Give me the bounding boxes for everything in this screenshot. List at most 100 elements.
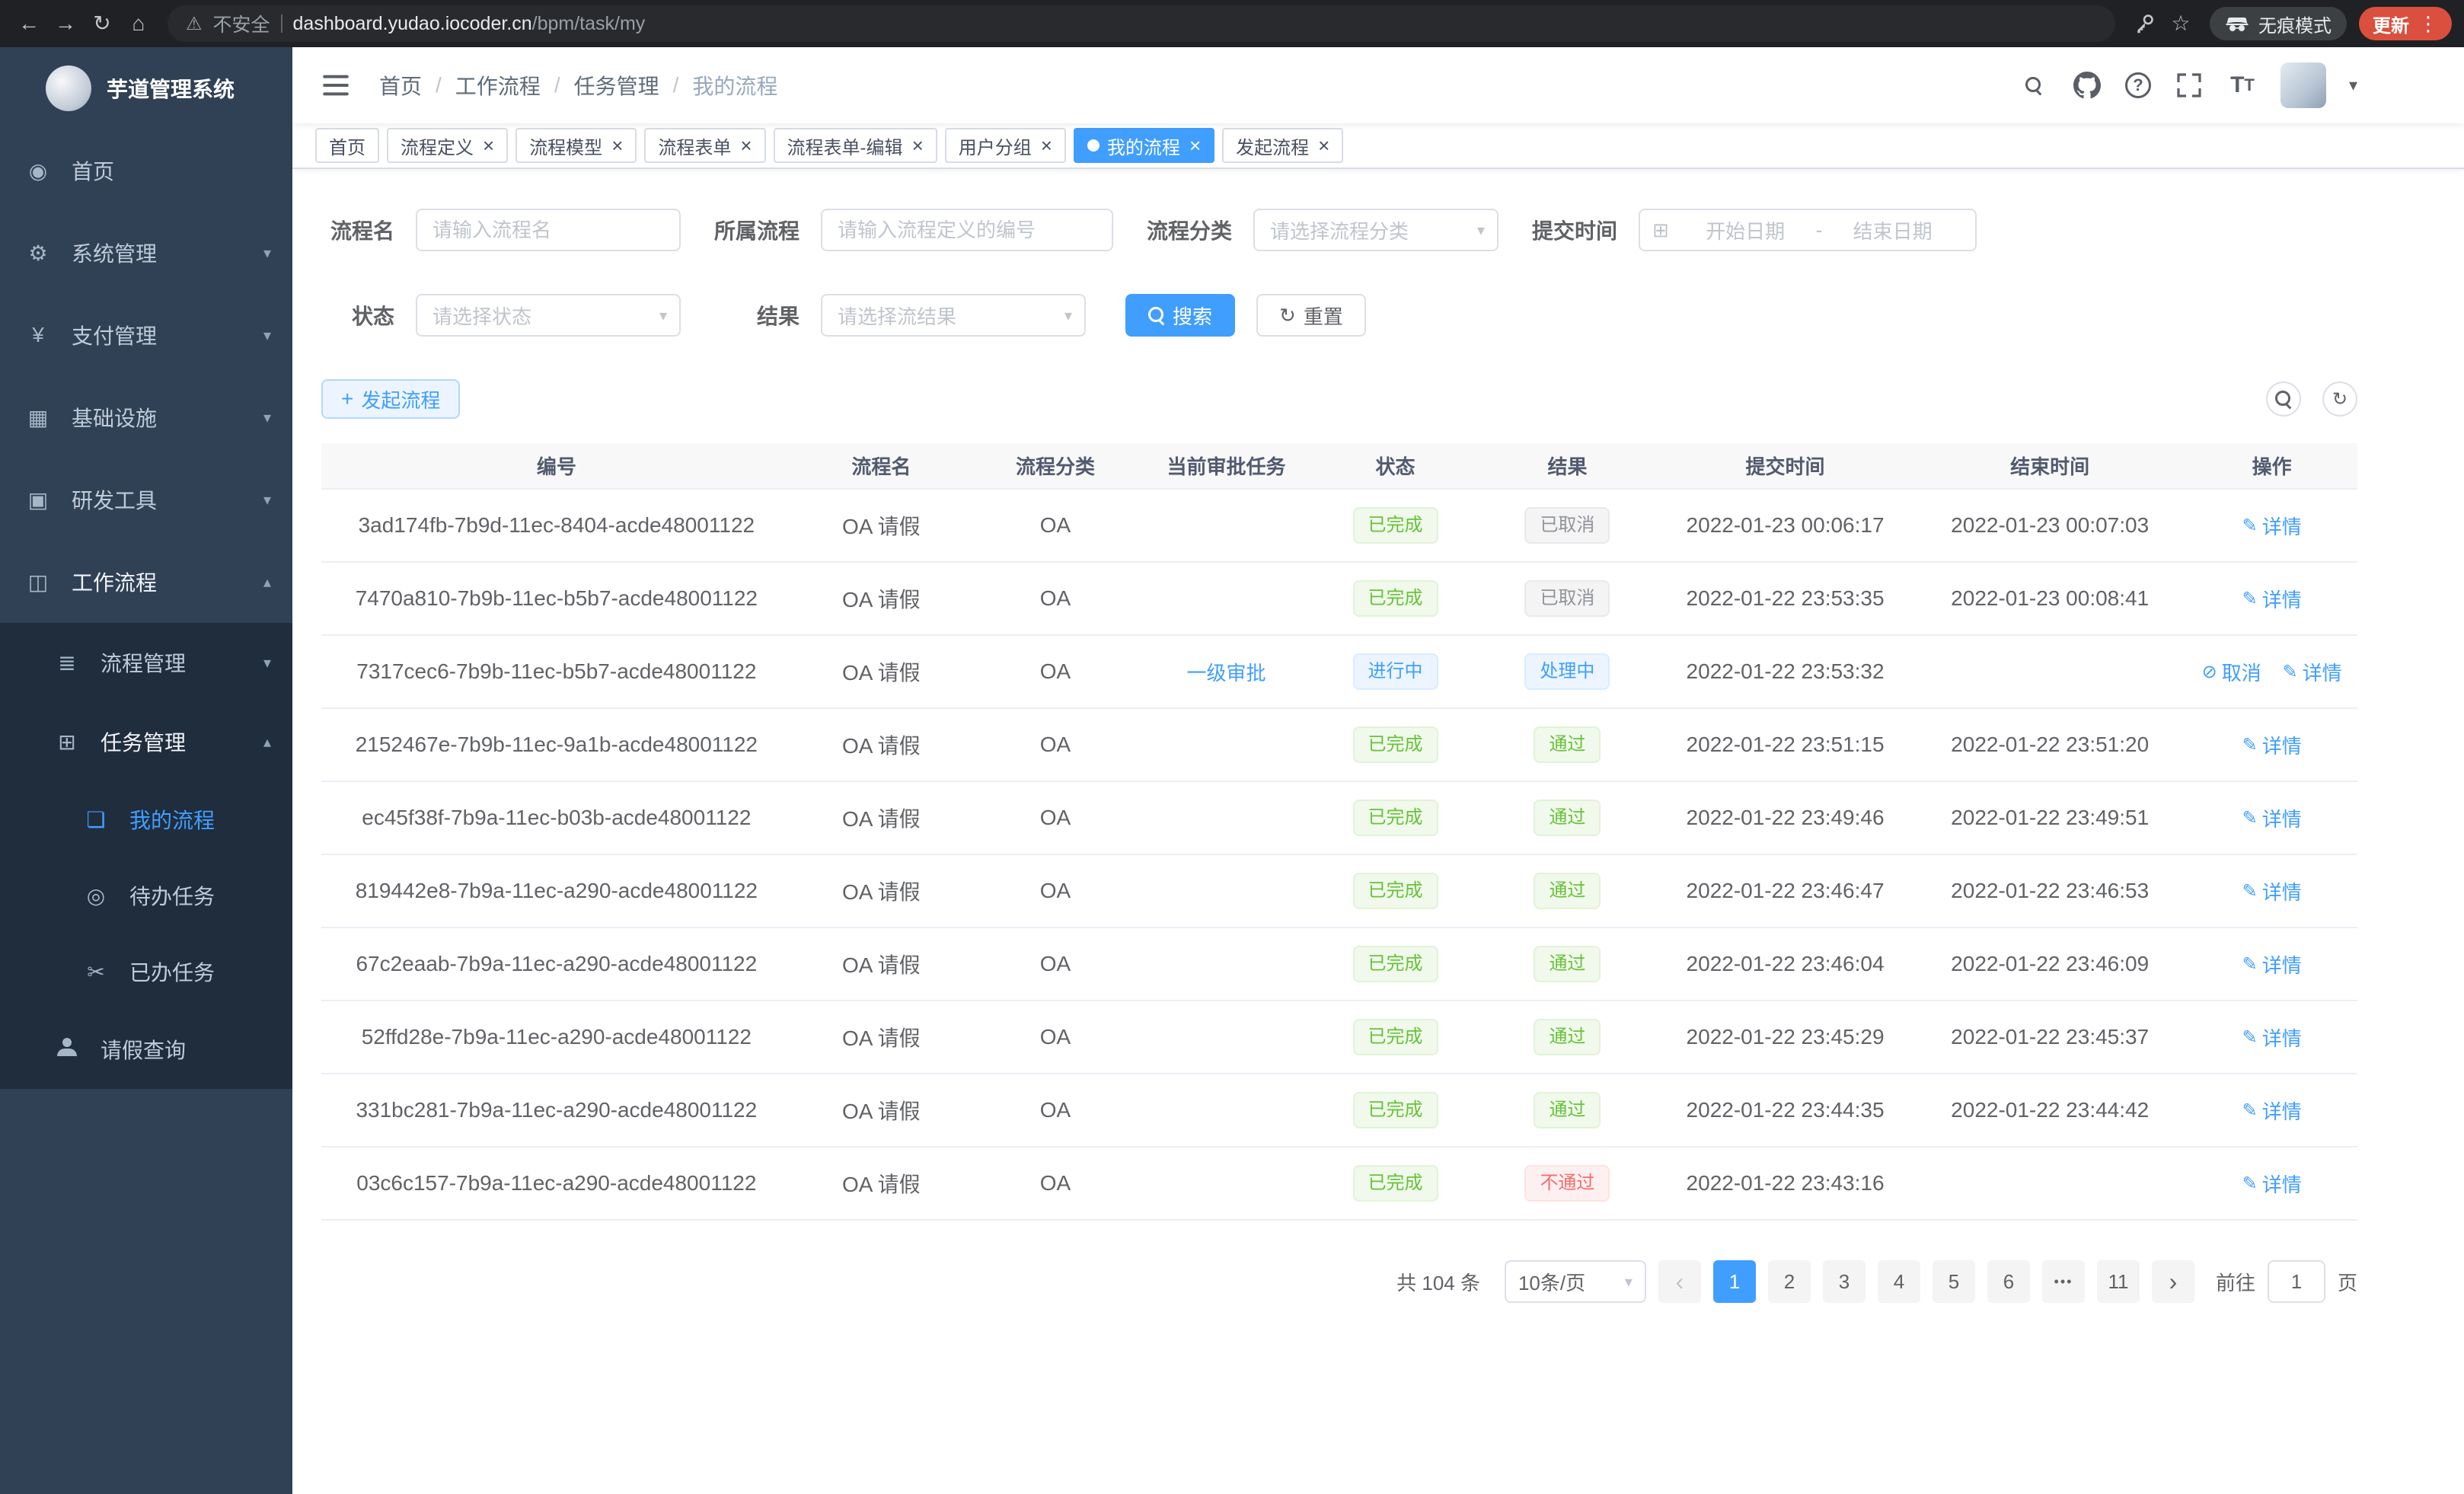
detail-link[interactable]: ✎详情 bbox=[2283, 658, 2342, 686]
detail-link[interactable]: ✎详情 bbox=[2242, 804, 2302, 832]
refresh-button[interactable]: ↻ bbox=[2322, 381, 2357, 417]
more-pages-button[interactable]: ••• bbox=[2042, 1260, 2085, 1303]
logo[interactable]: 芋道管理系统 bbox=[0, 47, 292, 129]
page-size-select[interactable]: 10条/页 ▾ bbox=[1505, 1260, 1646, 1303]
cell-actions: ✎详情 bbox=[2186, 562, 2357, 635]
tag[interactable]: 发起流程 × bbox=[1222, 128, 1343, 163]
hamburger-icon[interactable] bbox=[314, 74, 358, 97]
detail-label: 详情 bbox=[2262, 877, 2302, 905]
page-button[interactable]: 1 bbox=[1713, 1260, 1756, 1303]
chevron-down-icon: ▾ bbox=[263, 653, 271, 672]
sidebar-item-my-process[interactable]: ❏ 我的流程 bbox=[0, 781, 292, 857]
sidebar-item-infrastructure[interactable]: ▦ 基础设施 ▾ bbox=[0, 376, 292, 458]
sidebar-item-payment-mgmt[interactable]: ¥ 支付管理 ▾ bbox=[0, 294, 292, 376]
tag[interactable]: 用户分组 × bbox=[945, 128, 1066, 163]
last-page-button[interactable]: 11 bbox=[2097, 1260, 2140, 1303]
sidebar-item-leave-query[interactable]: 请假查询 bbox=[0, 1010, 292, 1089]
reload-icon[interactable]: ↻ bbox=[85, 7, 119, 40]
close-icon[interactable]: × bbox=[740, 136, 752, 155]
next-page-button[interactable]: › bbox=[2152, 1260, 2194, 1303]
forward-icon[interactable]: → bbox=[49, 7, 82, 40]
sidebar-item-dev-tools[interactable]: ▣ 研发工具 ▾ bbox=[0, 458, 292, 541]
detail-link[interactable]: ✎详情 bbox=[2242, 1023, 2302, 1052]
page-button[interactable]: 6 bbox=[1987, 1260, 2030, 1303]
create-process-button[interactable]: + 发起流程 bbox=[321, 379, 460, 419]
sidebar-item-process-mgmt[interactable]: ≣ 流程管理 ▾ bbox=[0, 623, 292, 702]
tag[interactable]: 我的流程 × bbox=[1074, 128, 1214, 163]
result-select[interactable]: 请选择流结果 ▾ bbox=[821, 294, 1086, 337]
result-label: 结果 bbox=[711, 300, 800, 330]
breadcrumb-item-task-mgmt[interactable]: 任务管理 bbox=[574, 70, 659, 101]
close-icon[interactable]: × bbox=[912, 136, 924, 155]
submit-time-range-picker[interactable]: ⊞ 开始日期 - 结束日期 bbox=[1639, 209, 1977, 251]
reset-button[interactable]: ↻ 重置 bbox=[1256, 294, 1366, 337]
detail-label: 详情 bbox=[2262, 512, 2302, 540]
toggle-search-button[interactable] bbox=[2266, 381, 2301, 417]
sidebar-item-label: 研发工具 bbox=[72, 484, 157, 515]
sidebar-item-workflow[interactable]: ◫ 工作流程 ▴ bbox=[0, 541, 292, 623]
page-button[interactable]: 4 bbox=[1878, 1260, 1920, 1303]
sidebar-item-done-tasks[interactable]: ✂ 已办任务 bbox=[0, 934, 292, 1010]
cancel-link[interactable]: ⊘取消 bbox=[2202, 658, 2261, 686]
status-tag: 进行中 bbox=[1353, 653, 1438, 690]
process-definition-input[interactable] bbox=[821, 209, 1113, 251]
page-button[interactable]: 2 bbox=[1768, 1260, 1811, 1303]
close-icon[interactable]: × bbox=[611, 136, 623, 155]
page-button[interactable]: 3 bbox=[1823, 1260, 1866, 1303]
tag-label: 用户分组 bbox=[959, 132, 1032, 159]
tag[interactable]: 流程模型 × bbox=[515, 128, 637, 163]
prev-page-button[interactable]: ‹ bbox=[1658, 1260, 1701, 1303]
back-icon[interactable]: ← bbox=[12, 7, 46, 40]
tag[interactable]: 首页 bbox=[315, 128, 379, 163]
sidebar-item-task-mgmt[interactable]: ⊞ 任务管理 ▴ bbox=[0, 702, 292, 781]
bookmark-star-icon[interactable]: ☆ bbox=[2164, 7, 2197, 40]
key-icon[interactable] bbox=[2127, 7, 2161, 40]
close-icon[interactable]: × bbox=[1189, 136, 1201, 155]
github-icon[interactable] bbox=[2072, 70, 2102, 101]
cell-actions: ✎详情 bbox=[2186, 708, 2357, 781]
breadcrumb-item-workflow[interactable]: 工作流程 bbox=[455, 70, 541, 101]
sidebar-item-todo-tasks[interactable]: ◎ 待办任务 bbox=[0, 857, 292, 934]
detail-link[interactable]: ✎详情 bbox=[2242, 1097, 2302, 1125]
sidebar-item-home[interactable]: ◉ 首页 bbox=[0, 129, 292, 212]
sidebar-item-system-mgmt[interactable]: ⚙ 系统管理 ▾ bbox=[0, 212, 292, 294]
search-button[interactable]: 搜索 bbox=[1125, 294, 1235, 337]
table-row: 7470a810-7b9b-11ec-b5b7-acde48001122 OA … bbox=[321, 562, 2357, 635]
detail-link[interactable]: ✎详情 bbox=[2242, 731, 2302, 759]
cell-end-time bbox=[1913, 635, 2186, 708]
breadcrumb-item-home[interactable]: 首页 bbox=[379, 70, 422, 101]
process-name-input[interactable] bbox=[416, 209, 681, 251]
address-bar[interactable]: ⚠ 不安全 dashboard.yudao.iocoder.cn/bpm/tas… bbox=[168, 5, 2115, 42]
detail-link[interactable]: ✎详情 bbox=[2242, 877, 2302, 905]
close-icon[interactable]: × bbox=[1318, 136, 1329, 155]
page-button[interactable]: 5 bbox=[1933, 1260, 1975, 1303]
browser-home-icon[interactable]: ⌂ bbox=[122, 7, 155, 40]
cell-result: 处理中 bbox=[1478, 635, 1657, 708]
help-icon[interactable]: ? bbox=[2125, 72, 2151, 98]
search-icon[interactable] bbox=[2019, 70, 2049, 101]
fullscreen-icon[interactable] bbox=[2174, 70, 2204, 101]
cell-category: OA bbox=[971, 635, 1140, 708]
detail-link[interactable]: ✎详情 bbox=[2242, 585, 2302, 613]
close-icon[interactable]: × bbox=[1041, 136, 1052, 155]
status-select[interactable]: 请选择状态 ▾ bbox=[416, 294, 681, 337]
cell-result: 不通过 bbox=[1478, 1147, 1657, 1220]
tag[interactable]: 流程表单-编辑 × bbox=[774, 128, 937, 163]
tag[interactable]: 流程定义 × bbox=[387, 128, 508, 163]
tag[interactable]: 流程表单 × bbox=[644, 128, 765, 163]
cell-submit-time: 2022-01-22 23:51:15 bbox=[1657, 708, 1913, 781]
cell-current-task bbox=[1140, 1147, 1313, 1220]
current-task-link[interactable]: 一级审批 bbox=[1187, 658, 1266, 686]
devtools-icon: ▣ bbox=[26, 487, 50, 512]
font-size-icon[interactable]: TT bbox=[2227, 70, 2258, 101]
detail-link[interactable]: ✎详情 bbox=[2242, 950, 2302, 978]
detail-link[interactable]: ✎详情 bbox=[2242, 512, 2302, 540]
avatar[interactable] bbox=[2280, 62, 2326, 108]
update-button[interactable]: 更新 ⋮ bbox=[2359, 7, 2452, 40]
edit-icon: ✎ bbox=[2283, 661, 2298, 683]
infrastructure-icon: ▦ bbox=[26, 405, 50, 430]
detail-link[interactable]: ✎详情 bbox=[2242, 1170, 2302, 1198]
close-icon[interactable]: × bbox=[483, 136, 494, 155]
category-select[interactable]: 请选择流程分类 ▾ bbox=[1253, 209, 1499, 251]
goto-page-input[interactable] bbox=[2268, 1260, 2325, 1303]
